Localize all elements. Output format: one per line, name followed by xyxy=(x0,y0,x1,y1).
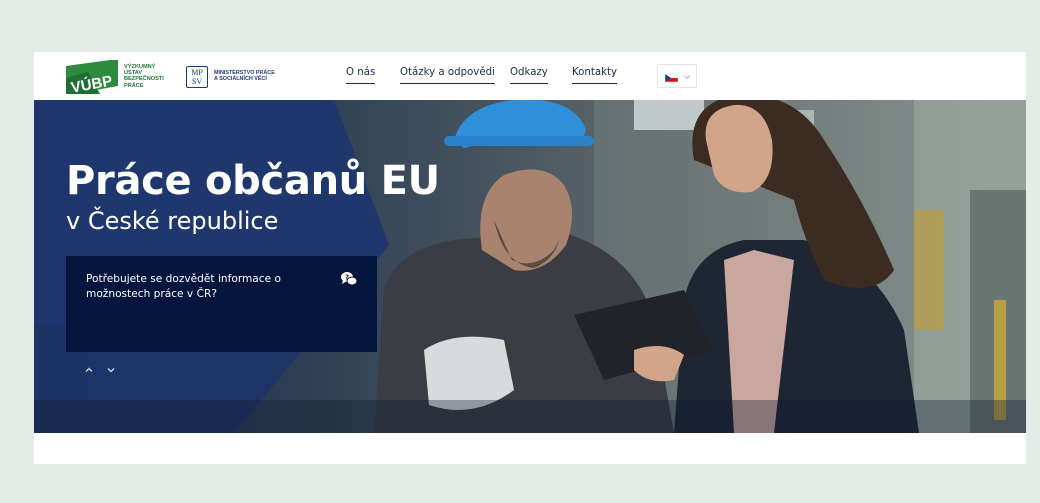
nav-item-odkazy[interactable]: Odkazy xyxy=(510,67,548,84)
chevron-down-icon[interactable] xyxy=(104,363,118,377)
chevron-up-icon[interactable] xyxy=(82,363,96,377)
vubp-logo[interactable]: VÚBP VÝZKUMNÝ ÚSTAV BEZPEČNOSTI PRÁCE xyxy=(66,60,190,94)
mpsv-line-2: A SOCIÁLNÍCH VĚCÍ xyxy=(214,76,267,83)
svg-text:?: ? xyxy=(345,274,349,282)
chevron-down-icon xyxy=(683,75,691,80)
page-frame: VÚBP VÝZKUMNÝ ÚSTAV BEZPEČNOSTI PRÁCE MP… xyxy=(34,52,1026,464)
mpsv-logo-text: MINISTERSTVO PRÁCE A SOCIÁLNÍCH VĚCÍ xyxy=(214,70,314,83)
chat-bubbles-icon[interactable]: ? xyxy=(340,271,358,287)
vubp-logo-text: VÝZKUMNÝ ÚSTAV BEZPEČNOSTI PRÁCE xyxy=(124,64,194,89)
mpsv-logo[interactable]: MP SV MINISTERSTVO PRÁCE A SOCIÁLNÍCH VĚ… xyxy=(186,66,316,90)
hero-subtitle: v České republice xyxy=(66,207,279,235)
site-header: VÚBP VÝZKUMNÝ ÚSTAV BEZPEČNOSTI PRÁCE MP… xyxy=(34,52,1026,100)
vubp-line-4: PRÁCE xyxy=(124,82,144,89)
mpsv-mark-top: MP xyxy=(191,68,203,77)
hero-banner: Práce občanů EU v České republice Potřeb… xyxy=(34,100,1026,433)
nav-item-kontakty[interactable]: Kontakty xyxy=(572,67,618,84)
slider-controls xyxy=(82,363,122,377)
hero-title: Práce občanů EU xyxy=(66,158,440,204)
language-select[interactable] xyxy=(657,64,697,88)
question-card[interactable]: Potřebujete se dozvědět informace o možn… xyxy=(66,256,377,352)
vubp-logo-mark: VÚBP xyxy=(66,60,118,94)
nav-item-o-nas[interactable]: O nás xyxy=(346,67,376,84)
czech-flag-icon xyxy=(665,74,678,82)
question-text: Potřebujete se dozvědět informace o možn… xyxy=(86,273,281,300)
mpsv-logo-mark: MP SV xyxy=(186,66,208,88)
nav-item-otazky[interactable]: Otázky a odpovědi xyxy=(400,67,495,84)
mpsv-mark-bottom: SV xyxy=(191,77,203,86)
